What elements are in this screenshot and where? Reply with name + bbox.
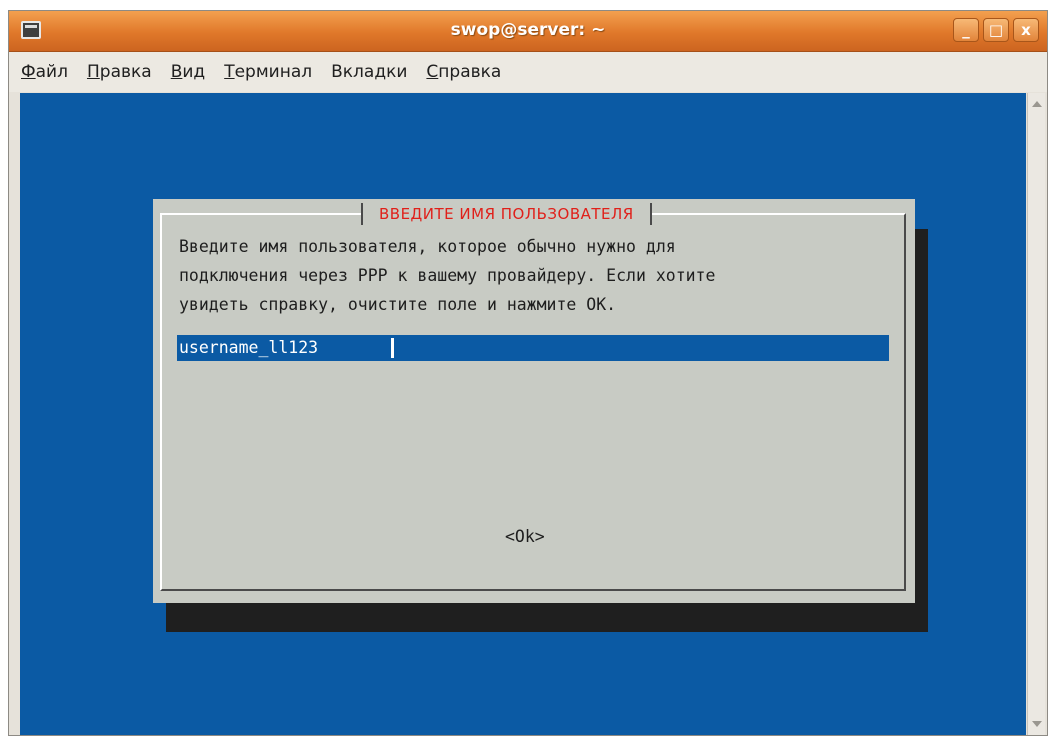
menu-tabs[interactable]: Вкладки <box>329 60 409 84</box>
title-bar[interactable]: swop@server: ~ _ □ x <box>9 11 1047 52</box>
minimize-button[interactable]: _ <box>953 18 979 42</box>
scroll-down-arrow-icon[interactable] <box>1032 721 1042 727</box>
username-dialog: ВВЕДИТЕ ИМЯ ПОЛЬЗОВАТЕЛЯ Введите имя пол… <box>153 199 915 603</box>
menu-terminal-mnemonic: Т <box>224 62 235 82</box>
maximize-button[interactable]: □ <box>983 18 1009 42</box>
menu-tabs-mnemonic: д <box>374 62 387 82</box>
menu-help-label: правка <box>438 62 502 82</box>
menu-file-label: айл <box>35 62 68 82</box>
menu-view-label: ид <box>182 62 206 82</box>
window-title: swop@server: ~ <box>450 20 606 40</box>
close-button[interactable]: x <box>1013 18 1039 42</box>
username-input-value: username_ll123 <box>179 338 319 357</box>
terminal-area[interactable]: ВВЕДИТЕ ИМЯ ПОЛЬЗОВАТЕЛЯ Введите имя пол… <box>20 93 1026 735</box>
dialog-title: ВВЕДИТЕ ИМЯ ПОЛЬЗОВАТЕЛЯ <box>361 203 652 225</box>
menu-tabs-label-start: Вкла <box>331 62 375 82</box>
menu-view[interactable]: Вид <box>169 60 207 84</box>
dialog-message: Введите имя пользователя, которое обычно… <box>179 232 899 319</box>
username-input[interactable]: username_ll123 <box>177 335 889 361</box>
terminal-scrollbar[interactable] <box>1027 93 1045 735</box>
menu-terminal[interactable]: Терминал <box>222 60 314 84</box>
dialog-message-line: Введите имя пользователя, которое обычно… <box>179 237 676 256</box>
terminal-window: swop@server: ~ _ □ x Файл Правка Вид Тер… <box>8 10 1048 736</box>
text-cursor <box>391 338 394 358</box>
menu-bar: Файл Правка Вид Терминал Вкладки Справка <box>9 52 1047 92</box>
menu-tabs-label-end: ки <box>386 62 408 82</box>
menu-edit[interactable]: Правка <box>85 60 154 84</box>
dialog-message-line: подключения через PPP к вашему провайдер… <box>179 266 716 285</box>
menu-edit-label: равка <box>99 62 152 82</box>
menu-terminal-label: ерминал <box>234 62 313 82</box>
scroll-up-arrow-icon[interactable] <box>1032 101 1042 107</box>
menu-file-mnemonic: Ф <box>21 62 36 82</box>
menu-file[interactable]: Файл <box>19 60 70 84</box>
window-controls: _ □ x <box>953 18 1039 42</box>
menu-view-mnemonic: В <box>170 62 183 82</box>
menu-help[interactable]: Справка <box>424 60 503 84</box>
ok-button[interactable]: <Ok> <box>505 527 545 546</box>
dialog-message-line: увидеть справку, очистите поле и нажмите… <box>179 295 617 314</box>
menu-edit-mnemonic: П <box>86 62 100 82</box>
menu-help-mnemonic: С <box>426 62 439 82</box>
